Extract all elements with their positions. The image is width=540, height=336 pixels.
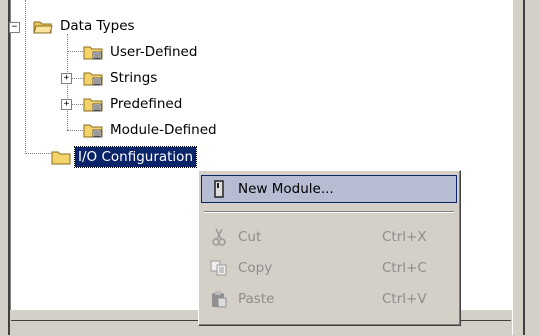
folder-icon — [51, 150, 71, 165]
datatype-folder-icon — [83, 97, 103, 112]
right-pane-border — [523, 0, 525, 335]
tree-item-label: Module-Defined — [110, 122, 217, 138]
copy-icon — [202, 260, 236, 276]
tree-item-data-types[interactable]: Data Types — [33, 14, 138, 38]
menu-item-copy[interactable]: Copy Ctrl+C — [202, 255, 456, 281]
tree-item-module-defined[interactable]: Module-Defined — [83, 118, 220, 142]
menu-item-label: Paste — [238, 291, 275, 307]
menu-item-label: New Module... — [238, 181, 334, 197]
right-splitter[interactable] — [512, 0, 540, 335]
tree-item-strings[interactable]: Strings — [83, 66, 160, 90]
tree-item-user-defined[interactable]: User-Defined — [83, 40, 200, 64]
menu-item-shortcut: Ctrl+C — [382, 260, 427, 276]
menu-item-shortcut: Ctrl+V — [382, 291, 427, 307]
datatype-folder-icon — [83, 71, 103, 86]
tree-item-label: User-Defined — [110, 44, 198, 60]
menu-item-label: Copy — [238, 260, 273, 276]
tree-line — [25, 0, 27, 154]
menu-item-new-module[interactable]: New Module... — [201, 175, 457, 203]
tree-item-label-selected: I/O Configuration — [73, 146, 198, 168]
open-folder-icon — [33, 19, 53, 34]
tree-item-label: Predefined — [110, 96, 183, 112]
expand-toggle[interactable]: + — [61, 99, 72, 110]
tree-item-label: Strings — [110, 70, 158, 86]
collapse-toggle[interactable]: − — [9, 22, 20, 33]
menu-separator — [204, 211, 454, 213]
tree-item-label: Data Types — [60, 18, 135, 34]
menu-item-cut[interactable]: Cut Ctrl+X — [202, 224, 456, 250]
menu-item-paste[interactable]: Paste Ctrl+V — [202, 286, 456, 312]
expand-toggle[interactable]: + — [61, 73, 72, 84]
tree-item-io-configuration[interactable]: I/O Configuration — [51, 145, 198, 169]
datatype-folder-icon — [83, 45, 103, 60]
tree-item-predefined[interactable]: Predefined — [83, 92, 185, 116]
menu-item-label: Cut — [238, 229, 262, 245]
context-menu: New Module... Cut Ctrl+X Copy Ctrl+C Pas… — [198, 170, 461, 326]
tree-line — [25, 153, 51, 155]
datatype-folder-icon — [83, 123, 103, 138]
paste-icon — [202, 290, 236, 308]
module-icon — [202, 180, 236, 198]
scissors-icon — [202, 228, 236, 246]
menu-item-shortcut: Ctrl+X — [382, 229, 427, 245]
